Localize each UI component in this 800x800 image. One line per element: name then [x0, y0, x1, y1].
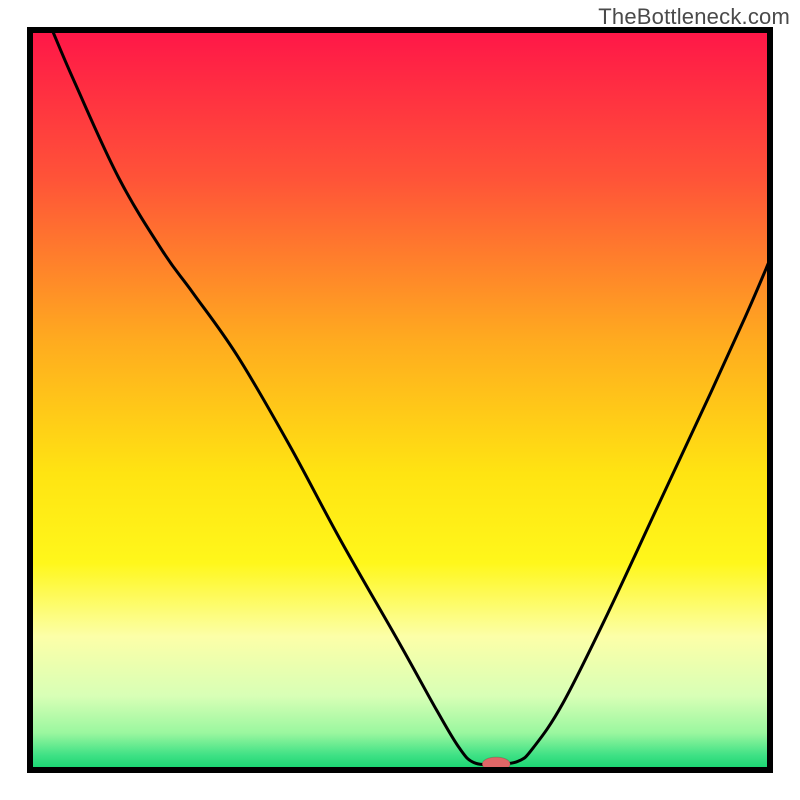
watermark-text: TheBottleneck.com: [598, 4, 790, 30]
chart-svg: [0, 0, 800, 800]
plot-background: [30, 30, 770, 770]
chart-container: TheBottleneck.com: [0, 0, 800, 800]
